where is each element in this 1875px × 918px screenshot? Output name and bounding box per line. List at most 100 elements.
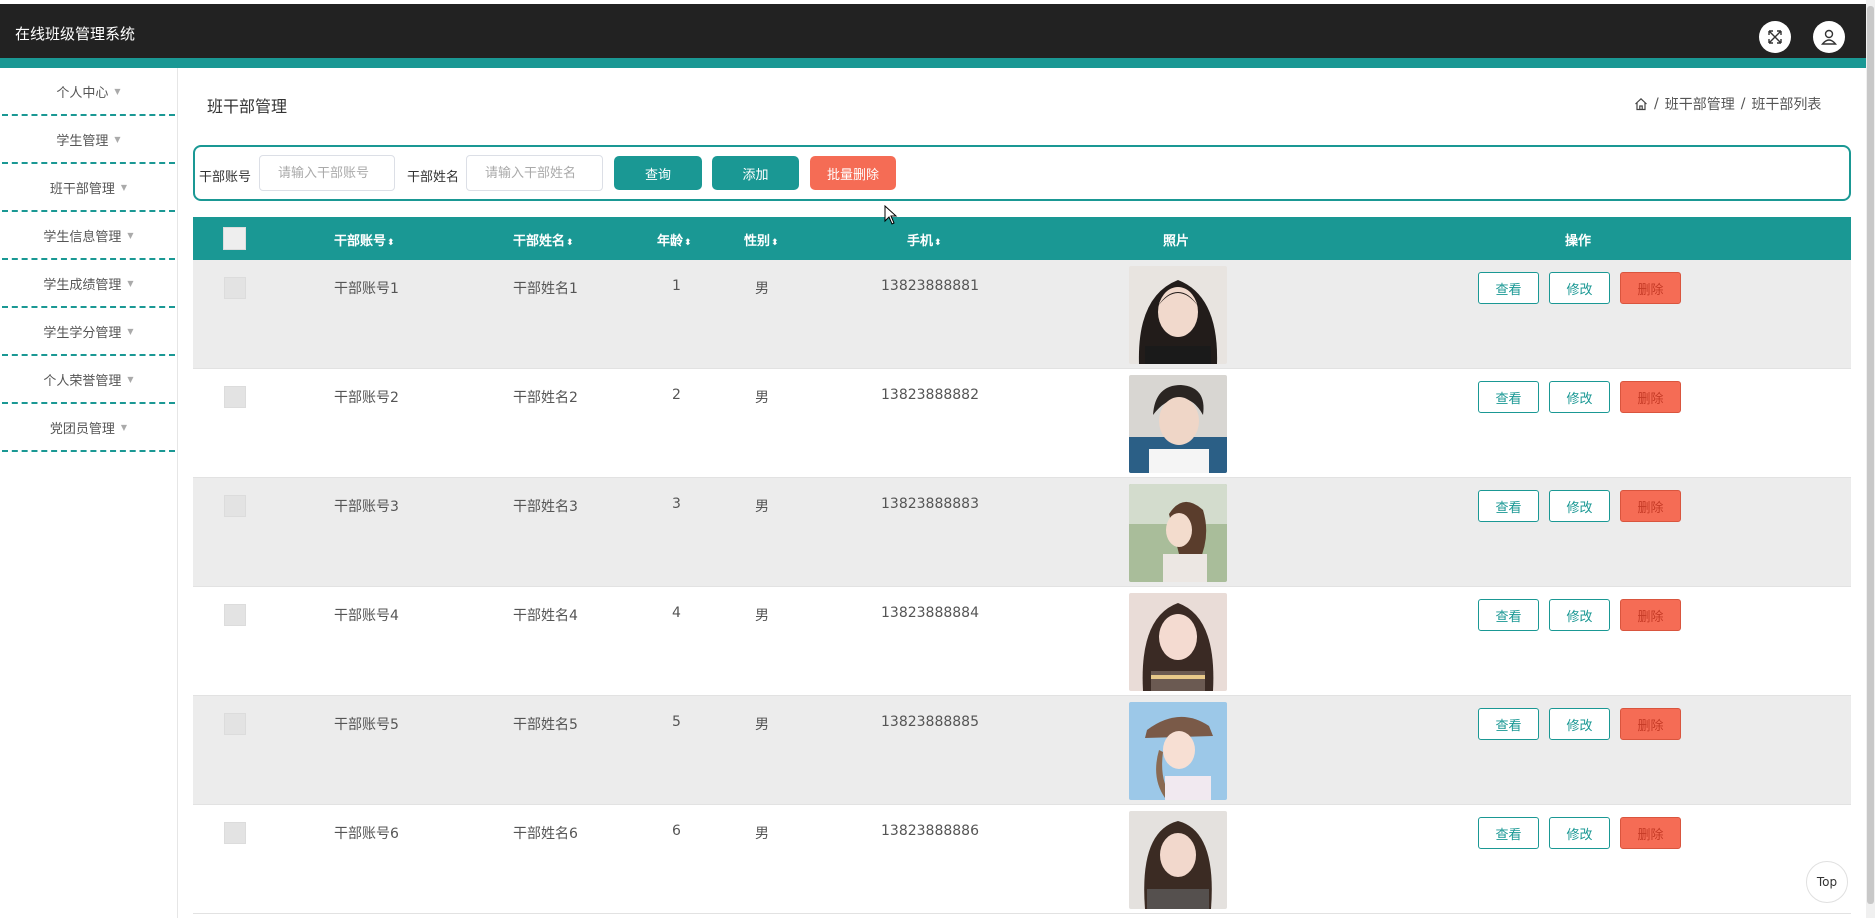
cadre-photo[interactable] xyxy=(1129,593,1227,691)
row-checkbox[interactable] xyxy=(224,495,246,517)
sidebar-item-student-info[interactable]: 学生信息管理 ▼ xyxy=(2,212,175,260)
scrollbar-thumb[interactable] xyxy=(1867,6,1874,904)
cell-account: 干部账号5 xyxy=(334,717,399,733)
row-checkbox[interactable] xyxy=(224,277,246,299)
caret-down-icon: ▼ xyxy=(127,230,134,240)
sidebar-item-personal-center[interactable]: 个人中心 ▼ xyxy=(2,68,175,116)
breadcrumb-item: 班干部列表 xyxy=(1751,97,1822,113)
cell-name: 干部姓名5 xyxy=(513,717,578,733)
cadre-photo[interactable] xyxy=(1129,811,1227,909)
breadcrumb: / 班干部管理 / 班干部列表 xyxy=(1634,94,1821,114)
sidebar: 个人中心 ▼ 学生管理 ▼ 班干部管理 ▼ 学生信息管理 ▼ 学生成绩管理 ▼ 学生学分管… xyxy=(0,68,178,918)
edit-button[interactable]: 修改 xyxy=(1549,817,1610,849)
view-button[interactable]: 查看 xyxy=(1478,490,1539,522)
table-row: 干部账号6 干部姓名6 6 男 13823888886 查看 修改 删除 xyxy=(193,805,1851,914)
sidebar-item-student-grades[interactable]: 学生成绩管理 ▼ xyxy=(2,260,175,308)
account-label: 干部账号 xyxy=(199,170,252,185)
user-icon xyxy=(1821,29,1837,45)
table-header: 干部账号⬍ 干部姓名⬍ 年龄⬍ 性别⬍ 手机⬍ 照片 操作 xyxy=(193,217,1851,260)
sidebar-item-students[interactable]: 学生管理 ▼ xyxy=(2,116,175,164)
sidebar-item-label: 学生管理 xyxy=(56,133,109,149)
delete-button[interactable]: 删除 xyxy=(1620,599,1681,631)
page-scrollbar[interactable] xyxy=(1866,0,1875,918)
top-bar: 在线班级管理系统 xyxy=(0,4,1866,68)
cadre-photo[interactable] xyxy=(1129,375,1227,473)
header-accent-bar xyxy=(0,58,1866,68)
cell-age: 1 xyxy=(672,278,681,294)
sidebar-item-class-cadres[interactable]: 班干部管理 ▼ xyxy=(2,164,175,212)
delete-button[interactable]: 删除 xyxy=(1620,708,1681,740)
select-all-checkbox[interactable] xyxy=(223,227,246,250)
view-button[interactable]: 查看 xyxy=(1478,272,1539,304)
breadcrumb-separator: / xyxy=(1654,96,1659,112)
cell-gender: 男 xyxy=(755,499,769,515)
column-header-gender[interactable]: 性别⬍ xyxy=(744,230,779,249)
cell-gender: 男 xyxy=(755,826,769,842)
table-row: 干部账号1 干部姓名1 1 男 13823888881 查看 修改 删除 xyxy=(193,260,1851,369)
sidebar-item-label: 学生学分管理 xyxy=(43,325,122,341)
view-button[interactable]: 查看 xyxy=(1478,817,1539,849)
cell-gender: 男 xyxy=(755,281,769,297)
sidebar-item-label: 学生成绩管理 xyxy=(43,277,122,293)
name-search-input[interactable] xyxy=(466,155,603,191)
cell-age: 4 xyxy=(672,605,681,621)
edit-button[interactable]: 修改 xyxy=(1549,490,1610,522)
row-checkbox[interactable] xyxy=(224,822,246,844)
home-icon[interactable] xyxy=(1634,97,1648,111)
cell-age: 3 xyxy=(672,496,681,512)
caret-down-icon: ▼ xyxy=(120,422,128,432)
edit-button[interactable]: 修改 xyxy=(1549,272,1610,304)
fullscreen-button[interactable] xyxy=(1759,21,1791,53)
column-header-name[interactable]: 干部姓名⬍ xyxy=(513,230,574,249)
add-button[interactable]: 添加 xyxy=(712,156,799,190)
delete-button[interactable]: 删除 xyxy=(1620,272,1681,304)
breadcrumb-item[interactable]: 班干部管理 xyxy=(1665,94,1735,114)
column-header-phone[interactable]: 手机⬍ xyxy=(907,230,942,249)
column-header-age[interactable]: 年龄⬍ xyxy=(657,230,692,249)
cell-name: 干部姓名1 xyxy=(513,281,578,297)
sidebar-item-student-credits[interactable]: 学生学分管理 ▼ xyxy=(2,308,175,356)
edit-button[interactable]: 修改 xyxy=(1549,381,1610,413)
user-avatar-button[interactable] xyxy=(1813,21,1845,53)
row-checkbox[interactable] xyxy=(224,386,246,408)
view-button[interactable]: 查看 xyxy=(1478,381,1539,413)
sort-icon[interactable]: ⬍ xyxy=(566,238,574,248)
cell-age: 2 xyxy=(672,387,681,403)
table-row: 干部账号4 干部姓名4 4 男 13823888884 查看 修改 删除 xyxy=(193,587,1851,696)
app-title: 在线班级管理系统 xyxy=(15,25,136,43)
batch-delete-button[interactable]: 批量删除 xyxy=(810,156,896,190)
view-button[interactable]: 查看 xyxy=(1478,708,1539,740)
sidebar-item-label: 班干部管理 xyxy=(49,181,115,197)
row-checkbox[interactable] xyxy=(224,713,246,735)
cell-gender: 男 xyxy=(755,608,769,624)
cadre-photo[interactable] xyxy=(1129,266,1227,364)
account-search-input[interactable] xyxy=(259,155,395,191)
delete-button[interactable]: 删除 xyxy=(1620,817,1681,849)
sort-icon[interactable]: ⬍ xyxy=(934,238,942,248)
sidebar-item-label: 个人中心 xyxy=(56,85,109,101)
sort-icon[interactable]: ⬍ xyxy=(387,238,395,248)
column-header-account[interactable]: 干部账号⬍ xyxy=(334,230,395,249)
cadre-photo[interactable] xyxy=(1129,484,1227,582)
column-header-actions: 操作 xyxy=(1565,234,1592,249)
sort-icon[interactable]: ⬍ xyxy=(771,238,779,248)
edit-button[interactable]: 修改 xyxy=(1549,708,1610,740)
edit-button[interactable]: 修改 xyxy=(1549,599,1610,631)
delete-button[interactable]: 删除 xyxy=(1620,490,1681,522)
caret-down-icon: ▼ xyxy=(127,278,134,288)
cell-phone: 13823888884 xyxy=(881,605,979,621)
sort-icon[interactable]: ⬍ xyxy=(684,238,692,248)
table-row: 干部账号3 干部姓名3 3 男 13823888883 查看 修改 删除 xyxy=(193,478,1851,587)
sidebar-item-party-members[interactable]: 党团员管理 ▼ xyxy=(2,404,175,452)
delete-button[interactable]: 删除 xyxy=(1620,381,1681,413)
back-to-top-button[interactable]: Top xyxy=(1806,861,1848,903)
query-button[interactable]: 查询 xyxy=(614,156,702,190)
cell-name: 干部姓名2 xyxy=(513,390,578,406)
breadcrumb-separator: / xyxy=(1740,96,1746,112)
sidebar-item-honors[interactable]: 个人荣誉管理 ▼ xyxy=(2,356,175,404)
row-checkbox[interactable] xyxy=(224,604,246,626)
cell-phone: 13823888886 xyxy=(881,823,979,839)
cadre-photo[interactable] xyxy=(1129,702,1227,800)
page-title: 班干部管理 xyxy=(207,97,288,116)
view-button[interactable]: 查看 xyxy=(1478,599,1539,631)
